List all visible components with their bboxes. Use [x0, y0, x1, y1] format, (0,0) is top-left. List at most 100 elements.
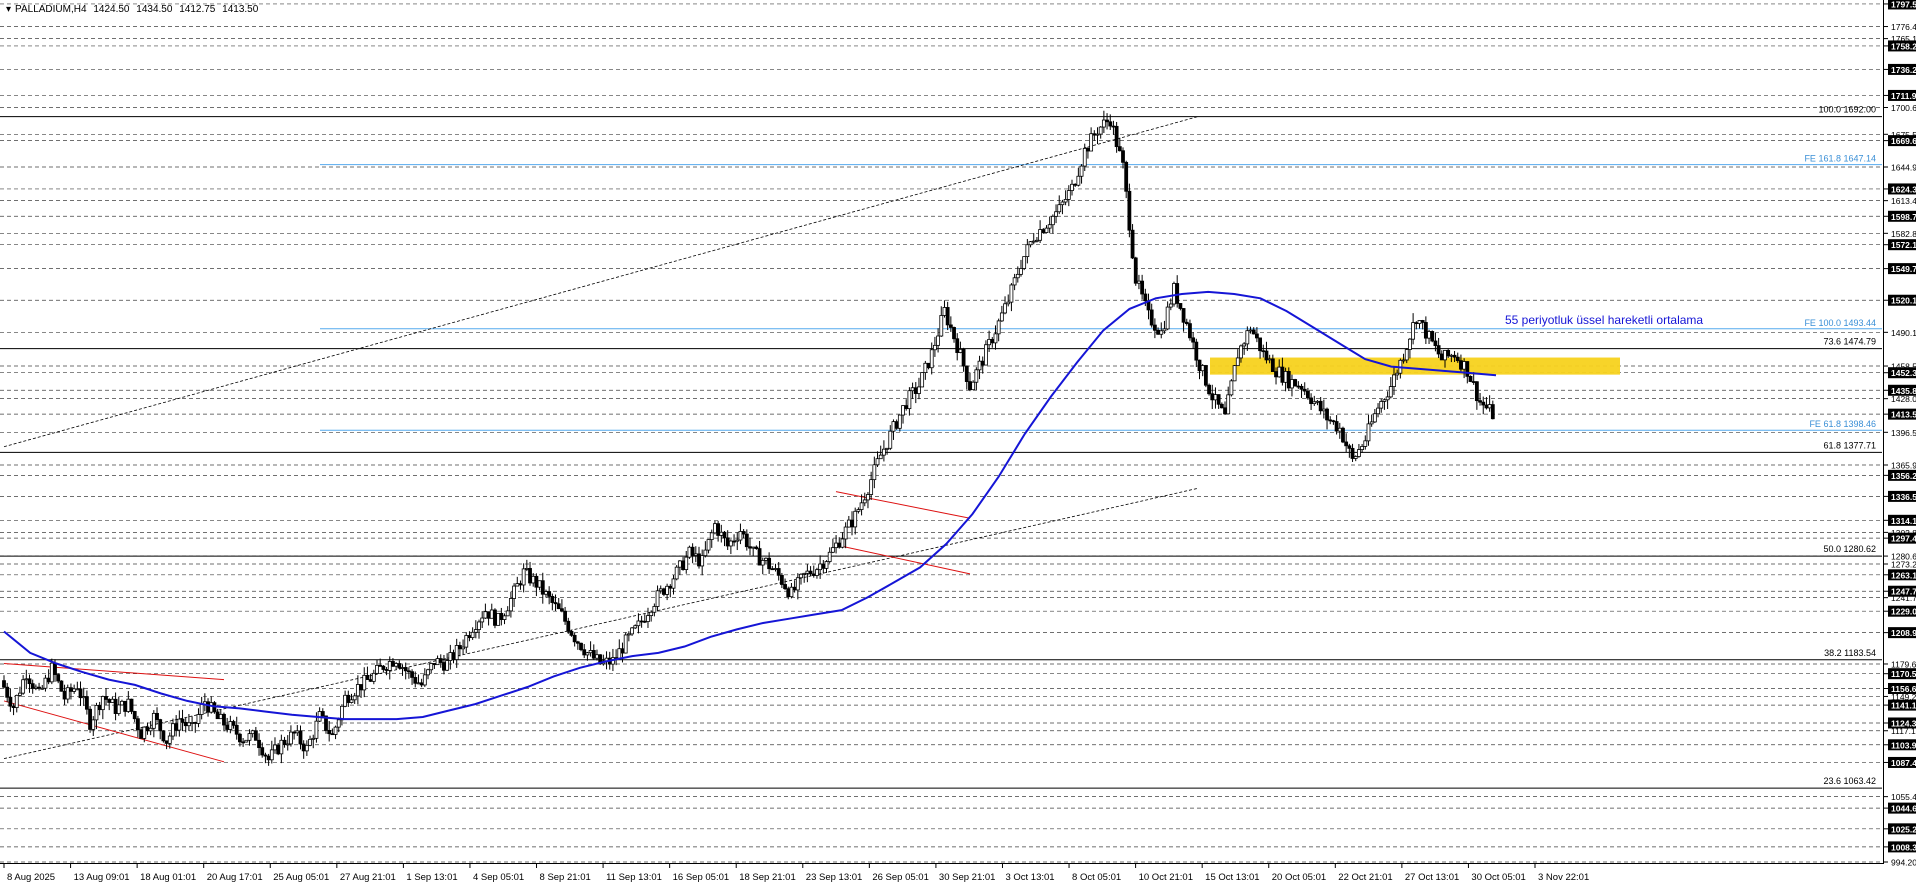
- candle-body: [107, 699, 112, 703]
- candle-body: [878, 454, 883, 460]
- candle-body: [1105, 119, 1109, 123]
- candle-body: [193, 722, 198, 724]
- candle-body: [1165, 306, 1170, 330]
- candle-body: [467, 635, 472, 639]
- candle-body: [1086, 148, 1090, 152]
- candle-body: [553, 602, 558, 605]
- candle-body: [907, 390, 912, 410]
- candle-body: [410, 671, 414, 678]
- time-label: 15 Oct 13:01: [1205, 872, 1259, 883]
- candle-body: [945, 307, 950, 326]
- candle-body: [1296, 385, 1301, 388]
- price-label: 994.20: [1891, 858, 1916, 868]
- candle-body: [853, 510, 858, 528]
- price-label: 1776.40: [1891, 22, 1916, 32]
- price-label: 1273.20: [1891, 560, 1916, 570]
- candle-body: [1019, 268, 1023, 275]
- candle-body: [760, 559, 765, 566]
- price-label: 1103.95: [1891, 740, 1916, 750]
- candle-body: [368, 679, 373, 682]
- candle-body: [403, 667, 408, 672]
- candle-body: [1376, 407, 1380, 415]
- candle-body: [897, 414, 902, 429]
- price-label: 1413.50: [1891, 410, 1916, 420]
- candle-body: [1290, 379, 1294, 389]
- candle-body: [630, 627, 634, 635]
- time-label: 3 Nov 22:01: [1538, 872, 1589, 883]
- candle-body: [247, 733, 252, 741]
- candle-body: [528, 568, 532, 584]
- candle-body: [933, 344, 937, 351]
- candle-body: [620, 648, 625, 654]
- time-label: 30 Sep 21:01: [939, 872, 996, 883]
- candle-body: [301, 743, 306, 752]
- candle-body: [37, 686, 41, 689]
- candle-body: [365, 674, 370, 680]
- candle-body: [722, 531, 727, 539]
- candle-body: [751, 546, 756, 549]
- candle-body: [754, 546, 759, 549]
- candle-body: [850, 519, 854, 528]
- candle-body: [1140, 280, 1145, 295]
- candle-body: [190, 722, 194, 724]
- candle-body: [1117, 146, 1122, 152]
- candle-body: [563, 610, 567, 622]
- dropdown-triangle-icon[interactable]: ▾: [6, 4, 11, 15]
- open-value: 1424.50: [93, 4, 130, 15]
- candle-body: [872, 464, 877, 481]
- candle-body: [948, 324, 953, 328]
- candle-body: [837, 542, 842, 548]
- candle-body: [1047, 224, 1052, 229]
- candle-body: [413, 677, 418, 684]
- candle-body: [1408, 338, 1412, 350]
- candle-body: [1337, 427, 1342, 432]
- candle-body: [62, 690, 67, 700]
- candle-body: [1420, 320, 1425, 323]
- candle-body: [508, 598, 513, 612]
- fe-label: FE 161.8 1647.14: [1804, 154, 1876, 164]
- candle-body: [448, 652, 453, 661]
- candle-body: [282, 739, 287, 745]
- candle-body: [438, 658, 443, 663]
- candle-body: [340, 705, 344, 721]
- candle-body: [1022, 256, 1027, 269]
- candle-body: [362, 674, 367, 691]
- candle-body: [206, 701, 210, 713]
- candle-body: [716, 523, 721, 536]
- candle-body: [1009, 284, 1014, 303]
- candle-body: [1006, 301, 1011, 305]
- candle-body: [104, 696, 108, 700]
- candle-body: [419, 682, 424, 686]
- candle-body: [703, 549, 708, 557]
- candle-body: [633, 625, 638, 629]
- candle-body: [451, 652, 456, 660]
- candle-body: [126, 698, 131, 712]
- high-value: 1434.50: [136, 4, 173, 15]
- price-label: 1669.60: [1891, 136, 1916, 146]
- fibo-label: 100.0 1692.00: [1818, 105, 1876, 115]
- candle-body: [1401, 359, 1406, 362]
- time-label: 20 Aug 17:01: [207, 872, 263, 883]
- price-label: 1314.10: [1891, 516, 1916, 526]
- candle-body: [1175, 283, 1180, 304]
- price-chart[interactable]: 100.0 1692.00 73.6 1474.79 61.8 1377.71 50.…: [0, 0, 1916, 888]
- candle-body: [1159, 330, 1164, 335]
- candle-body: [27, 678, 32, 685]
- candle-body: [314, 720, 319, 739]
- candle-body: [693, 553, 698, 556]
- candle-body: [894, 421, 899, 429]
- candle-body: [384, 669, 389, 671]
- candle-body: [1149, 309, 1154, 326]
- candle-body: [8, 696, 13, 707]
- candle-body: [1261, 350, 1266, 353]
- candle-body: [1372, 413, 1377, 423]
- time-label: 16 Sep 05:01: [673, 872, 730, 883]
- candle-body: [859, 502, 864, 510]
- candle-body: [1302, 388, 1307, 392]
- candle-body: [1197, 359, 1202, 372]
- candle-body: [881, 448, 886, 456]
- candle-body: [846, 519, 851, 528]
- candle-body: [1452, 354, 1457, 358]
- price-label: 1452.30: [1891, 368, 1916, 378]
- candle-body: [728, 540, 733, 547]
